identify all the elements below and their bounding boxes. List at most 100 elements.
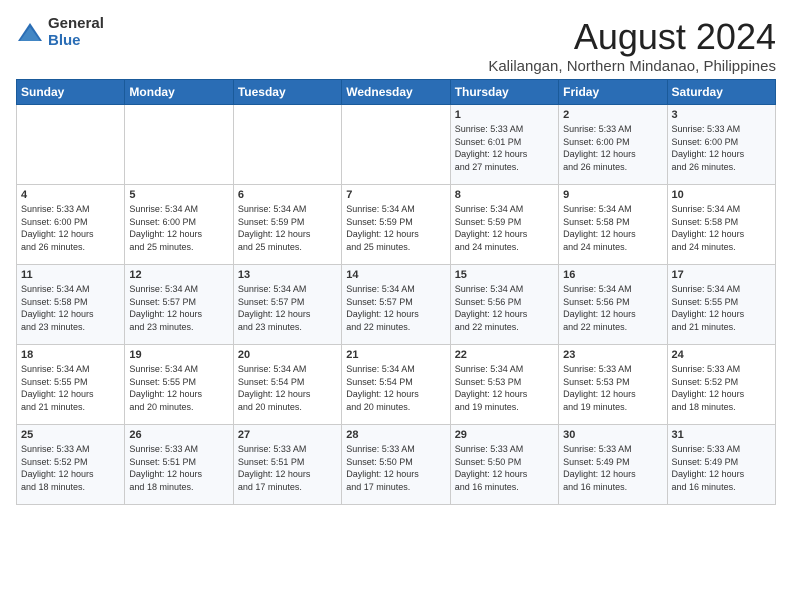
day-cell: 1 Sunrise: 5:33 AM Sunset: 6:01 PM Daylig… xyxy=(450,105,558,185)
day-number: 11 xyxy=(21,269,120,281)
day-number: 14 xyxy=(346,269,445,281)
day-number: 1 xyxy=(455,109,554,121)
day-number: 24 xyxy=(672,349,771,361)
header-wednesday: Wednesday xyxy=(342,80,450,105)
day-info: Sunrise: 5:33 AM Sunset: 5:51 PM Dayligh… xyxy=(238,443,337,493)
day-number: 4 xyxy=(21,189,120,201)
day-info: Sunrise: 5:34 AM Sunset: 5:58 PM Dayligh… xyxy=(672,203,771,253)
day-number: 12 xyxy=(129,269,228,281)
day-number: 9 xyxy=(563,189,662,201)
day-info: Sunrise: 5:33 AM Sunset: 5:50 PM Dayligh… xyxy=(455,443,554,493)
day-number: 3 xyxy=(672,109,771,121)
day-info: Sunrise: 5:34 AM Sunset: 5:59 PM Dayligh… xyxy=(455,203,554,253)
day-cell: 2 Sunrise: 5:33 AM Sunset: 6:00 PM Daylig… xyxy=(559,105,667,185)
day-number: 29 xyxy=(455,429,554,441)
calendar-table: SundayMondayTuesdayWednesdayThursdayFrid… xyxy=(16,79,776,505)
day-info: Sunrise: 5:33 AM Sunset: 5:49 PM Dayligh… xyxy=(672,443,771,493)
day-cell: 7Sunrise: 5:34 AM Sunset: 5:59 PM Daylig… xyxy=(342,185,450,265)
day-number: 23 xyxy=(563,349,662,361)
location: Kalilangan, Northern Mindanao, Philippin… xyxy=(488,58,776,75)
day-number: 17 xyxy=(672,269,771,281)
day-cell: 9Sunrise: 5:34 AM Sunset: 5:58 PM Daylig… xyxy=(559,185,667,265)
day-info: Sunrise: 5:33 AM Sunset: 5:52 PM Dayligh… xyxy=(672,363,771,413)
day-info: Sunrise: 5:33 AM Sunset: 5:49 PM Dayligh… xyxy=(563,443,662,493)
day-cell: 19Sunrise: 5:34 AM Sunset: 5:55 PM Dayli… xyxy=(125,345,233,425)
header-saturday: Saturday xyxy=(667,80,775,105)
day-cell: 23 Sunrise: 5:33 AM Sunset: 5:53 PM Dayli… xyxy=(559,345,667,425)
page-header: General Blue August 2024 Kalilangan, Nor… xyxy=(16,16,776,75)
day-number: 21 xyxy=(346,349,445,361)
day-number: 13 xyxy=(238,269,337,281)
day-info: Sunrise: 5:34 AM Sunset: 5:55 PM Dayligh… xyxy=(672,283,771,333)
day-cell: 5Sunrise: 5:34 AM Sunset: 6:00 PM Daylig… xyxy=(125,185,233,265)
logo: General Blue xyxy=(16,16,104,49)
day-number: 26 xyxy=(129,429,228,441)
day-info: Sunrise: 5:33 AM Sunset: 6:00 PM Dayligh… xyxy=(672,123,771,173)
day-info: Sunrise: 5:33 AM Sunset: 5:51 PM Dayligh… xyxy=(129,443,228,493)
day-info: Sunrise: 5:34 AM Sunset: 5:57 PM Dayligh… xyxy=(238,283,337,333)
day-number: 20 xyxy=(238,349,337,361)
week-row-3: 18 Sunrise: 5:34 AM Sunset: 5:55 PM Dayli… xyxy=(17,345,776,425)
day-info: Sunrise: 5:34 AM Sunset: 5:59 PM Dayligh… xyxy=(346,203,445,253)
day-cell: 27 Sunrise: 5:33 AM Sunset: 5:51 PM Dayli… xyxy=(233,425,341,505)
day-cell: 13 Sunrise: 5:34 AM Sunset: 5:57 PM Dayli… xyxy=(233,265,341,345)
day-cell: 8 Sunrise: 5:34 AM Sunset: 5:59 PM Daylig… xyxy=(450,185,558,265)
day-number: 22 xyxy=(455,349,554,361)
day-cell xyxy=(342,105,450,185)
day-cell xyxy=(125,105,233,185)
day-number: 27 xyxy=(238,429,337,441)
day-info: Sunrise: 5:33 AM Sunset: 6:01 PM Dayligh… xyxy=(455,123,554,173)
day-number: 18 xyxy=(21,349,120,361)
day-cell: 14 Sunrise: 5:34 AM Sunset: 5:57 PM Dayli… xyxy=(342,265,450,345)
day-cell: 22 Sunrise: 5:34 AM Sunset: 5:53 PM Dayli… xyxy=(450,345,558,425)
day-cell: 29 Sunrise: 5:33 AM Sunset: 5:50 PM Dayli… xyxy=(450,425,558,505)
day-cell: 26 Sunrise: 5:33 AM Sunset: 5:51 PM Dayli… xyxy=(125,425,233,505)
day-cell: 10 Sunrise: 5:34 AM Sunset: 5:58 PM Dayli… xyxy=(667,185,775,265)
week-row-1: 4 Sunrise: 5:33 AM Sunset: 6:00 PM Daylig… xyxy=(17,185,776,265)
day-info: Sunrise: 5:33 AM Sunset: 5:50 PM Dayligh… xyxy=(346,443,445,493)
day-cell: 6Sunrise: 5:34 AM Sunset: 5:59 PM Daylig… xyxy=(233,185,341,265)
calendar-header: SundayMondayTuesdayWednesdayThursdayFrid… xyxy=(17,80,776,105)
day-cell: 4 Sunrise: 5:33 AM Sunset: 6:00 PM Daylig… xyxy=(17,185,125,265)
day-number: 28 xyxy=(346,429,445,441)
day-cell xyxy=(233,105,341,185)
day-info: Sunrise: 5:34 AM Sunset: 5:57 PM Dayligh… xyxy=(129,283,228,333)
day-cell: 20 Sunrise: 5:34 AM Sunset: 5:54 PM Dayli… xyxy=(233,345,341,425)
day-cell: 28 Sunrise: 5:33 AM Sunset: 5:50 PM Dayli… xyxy=(342,425,450,505)
day-cell: 17 Sunrise: 5:34 AM Sunset: 5:55 PM Dayli… xyxy=(667,265,775,345)
day-info: Sunrise: 5:34 AM Sunset: 5:56 PM Dayligh… xyxy=(563,283,662,333)
day-number: 2 xyxy=(563,109,662,121)
header-sunday: Sunday xyxy=(17,80,125,105)
day-info: Sunrise: 5:34 AM Sunset: 5:55 PM Dayligh… xyxy=(21,363,120,413)
day-cell: 21 Sunrise: 5:34 AM Sunset: 5:54 PM Dayli… xyxy=(342,345,450,425)
day-info: Sunrise: 5:33 AM Sunset: 5:53 PM Dayligh… xyxy=(563,363,662,413)
logo-blue-text: Blue xyxy=(48,33,104,50)
day-info: Sunrise: 5:34 AM Sunset: 5:54 PM Dayligh… xyxy=(346,363,445,413)
day-info: Sunrise: 5:34 AM Sunset: 5:55 PM Dayligh… xyxy=(129,363,228,413)
header-friday: Friday xyxy=(559,80,667,105)
day-number: 8 xyxy=(455,189,554,201)
header-monday: Monday xyxy=(125,80,233,105)
day-number: 30 xyxy=(563,429,662,441)
header-thursday: Thursday xyxy=(450,80,558,105)
day-number: 5 xyxy=(129,189,228,201)
day-info: Sunrise: 5:34 AM Sunset: 5:57 PM Dayligh… xyxy=(346,283,445,333)
day-cell: 12 Sunrise: 5:34 AM Sunset: 5:57 PM Dayli… xyxy=(125,265,233,345)
day-info: Sunrise: 5:34 AM Sunset: 5:58 PM Dayligh… xyxy=(21,283,120,333)
day-cell xyxy=(17,105,125,185)
week-row-0: 1 Sunrise: 5:33 AM Sunset: 6:01 PM Daylig… xyxy=(17,105,776,185)
day-info: Sunrise: 5:34 AM Sunset: 5:53 PM Dayligh… xyxy=(455,363,554,413)
day-info: Sunrise: 5:34 AM Sunset: 5:54 PM Dayligh… xyxy=(238,363,337,413)
day-number: 6 xyxy=(238,189,337,201)
header-tuesday: Tuesday xyxy=(233,80,341,105)
title-block: August 2024 Kalilangan, Northern Mindana… xyxy=(488,16,776,75)
day-cell: 30 Sunrise: 5:33 AM Sunset: 5:49 PM Dayli… xyxy=(559,425,667,505)
day-info: Sunrise: 5:33 AM Sunset: 6:00 PM Dayligh… xyxy=(563,123,662,173)
logo-general-text: General xyxy=(48,16,104,33)
logo-icon xyxy=(16,19,44,47)
header-row: SundayMondayTuesdayWednesdayThursdayFrid… xyxy=(17,80,776,105)
day-info: Sunrise: 5:33 AM Sunset: 6:00 PM Dayligh… xyxy=(21,203,120,253)
day-info: Sunrise: 5:33 AM Sunset: 5:52 PM Dayligh… xyxy=(21,443,120,493)
day-cell: 24 Sunrise: 5:33 AM Sunset: 5:52 PM Dayli… xyxy=(667,345,775,425)
day-number: 10 xyxy=(672,189,771,201)
